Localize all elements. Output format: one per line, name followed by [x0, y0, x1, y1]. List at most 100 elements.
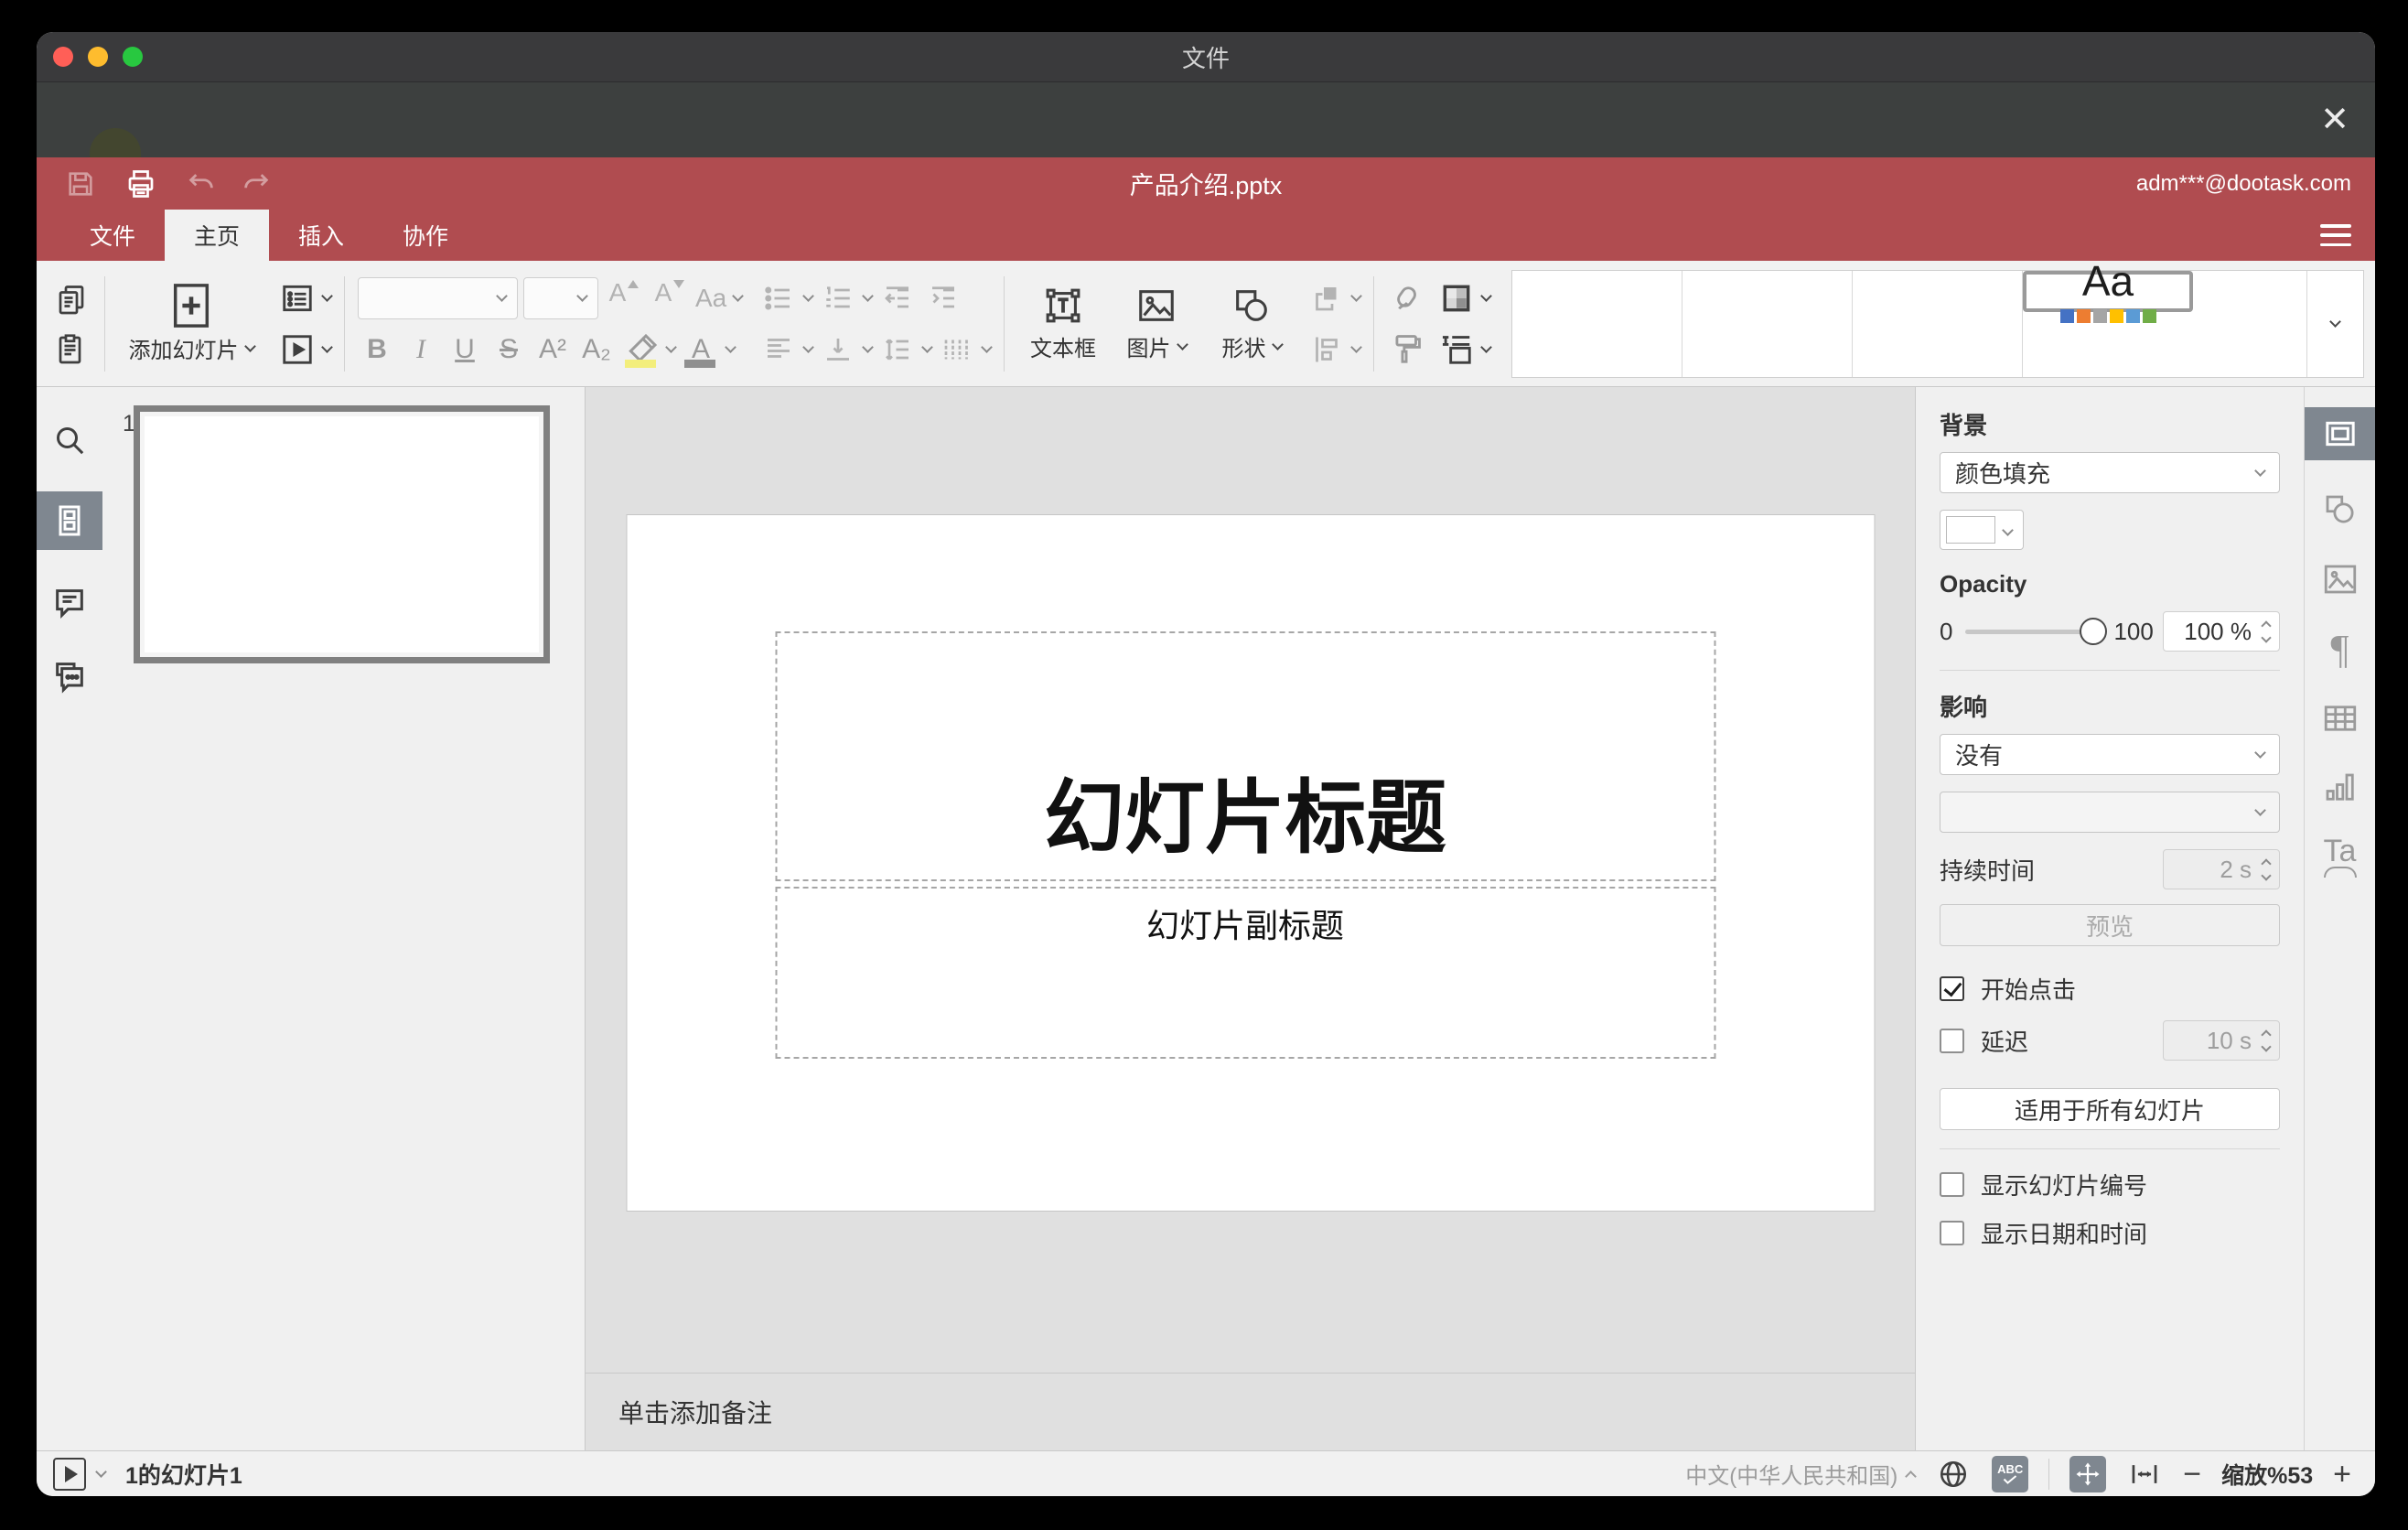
document-language-button[interactable]: 中文(中华人民共和国): [1685, 1458, 1918, 1490]
spinner-arrows[interactable]: [2261, 620, 2272, 643]
image-settings-icon[interactable]: [2320, 559, 2360, 599]
italic-button[interactable]: I: [402, 329, 440, 370]
background-fill-select[interactable]: 颜色填充: [1940, 452, 2280, 493]
slide-size-button[interactable]: [1436, 329, 1477, 370]
menu-icon[interactable]: [2320, 224, 2351, 246]
line-spacing-button[interactable]: [877, 329, 918, 370]
add-slide-button[interactable]: 添加幻灯片: [118, 283, 264, 364]
chevron-down-icon[interactable]: [1350, 290, 1362, 302]
paragraph-settings-icon[interactable]: ¶: [2320, 627, 2360, 672]
undo-icon[interactable]: [181, 164, 221, 204]
search-icon[interactable]: [49, 420, 90, 460]
slide-surface[interactable]: 幻灯片标题 幻灯片副标题: [626, 514, 1875, 1212]
bold-button[interactable]: B: [358, 329, 396, 370]
opacity-value-spinner[interactable]: 100 %: [2163, 611, 2280, 652]
decrease-indent-button[interactable]: [877, 278, 918, 318]
table-settings-icon[interactable]: [2320, 698, 2360, 738]
align-shapes-button[interactable]: [1306, 329, 1347, 370]
chevron-down-icon[interactable]: [321, 290, 333, 302]
chevron-down-icon[interactable]: [802, 341, 814, 353]
tab-collaboration[interactable]: 协作: [373, 210, 478, 261]
vertical-align-button[interactable]: [818, 329, 858, 370]
chevron-down-icon[interactable]: [981, 341, 993, 353]
close-editor-button[interactable]: ✕: [2320, 102, 2349, 137]
chevron-down-icon[interactable]: [725, 341, 736, 353]
tab-home[interactable]: 主页: [165, 210, 270, 261]
zoom-out-button[interactable]: −: [2183, 1459, 2201, 1490]
font-color-button[interactable]: A: [681, 329, 721, 370]
theme-option[interactable]: [1853, 270, 2023, 377]
columns-button[interactable]: [937, 329, 977, 370]
notes-area[interactable]: 单击添加备注: [586, 1373, 1915, 1450]
chevron-down-icon[interactable]: [862, 341, 874, 353]
chat-icon[interactable]: [49, 656, 90, 696]
show-slide-number-checkbox[interactable]: [1940, 1172, 1964, 1197]
tab-insert[interactable]: 插入: [269, 210, 373, 261]
highlight-color-button[interactable]: [621, 329, 661, 370]
chevron-down-icon[interactable]: [802, 290, 814, 302]
underline-button[interactable]: U: [446, 329, 484, 370]
theme-option[interactable]: [1512, 270, 1682, 377]
bullet-list-button[interactable]: [758, 278, 799, 318]
delay-checkbox[interactable]: [1940, 1028, 1964, 1053]
redo-icon[interactable]: [236, 164, 276, 204]
theme-option[interactable]: [2193, 270, 2306, 377]
chevron-down-icon[interactable]: [665, 341, 677, 353]
clear-style-button[interactable]: [1387, 279, 1427, 319]
opacity-slider[interactable]: [1965, 618, 2108, 645]
zoom-in-button[interactable]: +: [2333, 1459, 2351, 1490]
chevron-down-icon[interactable]: [862, 290, 874, 302]
spellcheck-toggle[interactable]: ABC: [1992, 1455, 2029, 1492]
subscript-button[interactable]: A₂: [577, 329, 616, 370]
chevron-down-icon[interactable]: [321, 341, 333, 353]
start-preview-button[interactable]: [53, 1457, 86, 1491]
fit-to-width-button[interactable]: [2126, 1456, 2163, 1492]
comments-icon[interactable]: [49, 583, 90, 623]
fill-color-picker[interactable]: [1940, 510, 2024, 550]
chart-settings-icon[interactable]: [2320, 768, 2360, 808]
effect-select[interactable]: 没有: [1940, 734, 2280, 775]
apply-to-all-slides-button[interactable]: 适用于所有幻灯片: [1940, 1088, 2280, 1130]
title-placeholder[interactable]: 幻灯片标题: [775, 631, 1715, 881]
increase-indent-button[interactable]: [923, 278, 963, 318]
slide-layout-button[interactable]: [277, 278, 317, 318]
decrease-font-button[interactable]: A: [650, 278, 690, 318]
textart-settings-icon[interactable]: Ta: [2320, 835, 2360, 878]
superscript-button[interactable]: A²: [533, 329, 572, 370]
copy-style-button[interactable]: [1387, 329, 1427, 369]
strikethrough-button[interactable]: S: [489, 329, 528, 370]
fit-to-slide-button[interactable]: [2069, 1455, 2107, 1492]
copy-button[interactable]: [51, 279, 91, 319]
chevron-down-icon[interactable]: [921, 341, 933, 353]
start-slideshow-button[interactable]: [277, 329, 317, 370]
chevron-down-icon[interactable]: [95, 1466, 107, 1478]
slide-settings-tab-active[interactable]: [2304, 407, 2375, 460]
font-name-select[interactable]: [358, 276, 518, 319]
arrange-shapes-button[interactable]: [1306, 278, 1347, 318]
font-size-select[interactable]: [523, 276, 598, 319]
insert-shape-button[interactable]: 形状: [1204, 285, 1299, 362]
show-date-time-checkbox[interactable]: [1940, 1221, 1964, 1245]
increase-font-button[interactable]: A: [604, 278, 644, 318]
theme-option[interactable]: [1682, 270, 1853, 377]
chevron-down-icon[interactable]: [1350, 341, 1362, 353]
change-case-button[interactable]: Aa: [695, 278, 744, 318]
set-language-globe-icon[interactable]: [1935, 1456, 1972, 1492]
slider-thumb[interactable]: [2080, 618, 2108, 645]
save-icon[interactable]: [60, 164, 101, 204]
theme-gallery-expand-button[interactable]: [2306, 270, 2363, 377]
start-on-click-checkbox[interactable]: [1940, 976, 1964, 1001]
editing-canvas[interactable]: 幻灯片标题 幻灯片副标题: [586, 387, 1915, 1373]
chevron-down-icon[interactable]: [1480, 290, 1492, 302]
chevron-down-icon[interactable]: [1480, 341, 1492, 353]
insert-textbox-button[interactable]: 文本框: [1017, 285, 1109, 362]
theme-option-selected[interactable]: Aa: [2023, 260, 2193, 323]
tab-file[interactable]: 文件: [60, 210, 165, 261]
subtitle-placeholder[interactable]: 幻灯片副标题: [775, 887, 1715, 1059]
slides-panel-tab-active[interactable]: [37, 491, 102, 550]
horizontal-align-button[interactable]: [758, 329, 799, 370]
shape-settings-icon[interactable]: [2320, 490, 2360, 530]
numbered-list-button[interactable]: [818, 278, 858, 318]
slide-thumbnail-selected[interactable]: [134, 405, 550, 663]
paste-button[interactable]: [51, 329, 91, 369]
